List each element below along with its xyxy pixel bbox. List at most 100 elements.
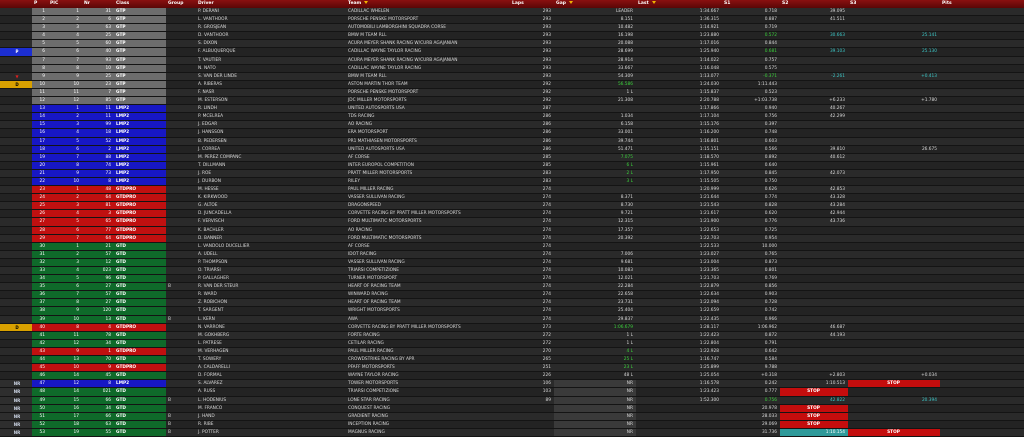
table-row[interactable]: 19 7 88 LMP2 M. PEREZ COMPANC AF CORSE 285 7.07…: [0, 153, 1024, 162]
table-row[interactable]: 5 5 60 GTP S. DIXON ACURA MEYER SHANK RACING …: [0, 39, 1024, 49]
table-row[interactable]: 20 8 74 LMP2 T. DILLMANN INTER EUROPOL COMPET…: [0, 161, 1024, 170]
column-header-s3[interactable]: S3: [848, 0, 940, 8]
cell-pits: [940, 8, 1024, 17]
table-row[interactable]: 18 6 2 LMP2 J. CORREA UNITED AUTOSPORTS USA 28…: [0, 145, 1024, 154]
table-row[interactable]: NR 51 17 66 GTD B J. HAND GRADIENT RACING NR 28.0…: [0, 412, 1024, 421]
table-row[interactable]: 27 5 65 GTDPRO F. VERVISCH FORD MULTIMATIC MO…: [0, 217, 1024, 227]
table-row[interactable]: 13 1 11 LMP2 R. LINDH UNITED AUTOSPORTS USA 28…: [0, 104, 1024, 114]
table-row[interactable]: 36 7 57 GTD R. WARD WINWARD RACING 274 22.658 1:…: [0, 290, 1024, 300]
column-header-laps[interactable]: Laps: [510, 0, 554, 8]
column-header-s1[interactable]: S1: [722, 0, 780, 8]
table-row[interactable]: 15 3 99 LMP2 J. EDGAR AO RACING 286 6.158 1:15.1…: [0, 120, 1024, 130]
column-header-number[interactable]: Nr: [82, 0, 114, 8]
column-header-last[interactable]: Last: [636, 0, 722, 8]
table-row[interactable]: 30 1 21 GTD L. VANDOLO DUCELLIER AF CORSE 274 1…: [0, 242, 1024, 251]
cell-s3: [848, 282, 940, 292]
cell-driver: A. CALDARELLI: [196, 363, 346, 373]
table-row[interactable]: 33 4 023 GTD O. TRIARSI TRIARSI COMPETIZIONE 2…: [0, 266, 1024, 276]
table-row[interactable]: 12 12 85 GTP M. ESTERSON JDC MILLER MOTORSPOR…: [0, 96, 1024, 106]
table-row[interactable]: 2 2 6 GTP L. VANTHOOR PORSCHE PENSKE MOTORSPO…: [0, 15, 1024, 25]
cell-s1: +0.318: [722, 371, 780, 381]
table-row[interactable]: 34 5 96 GTD P. GALLAGHER TURNER MOTORSPORT 274…: [0, 274, 1024, 284]
cell-pits: [940, 282, 1024, 292]
table-row[interactable]: P 6 6 40 GTP F. ALBUQUERQUE CADILLAC WAYNE TAY…: [0, 47, 1024, 57]
table-row[interactable]: 1 1 31 GTP P. DERANI CADILLAC WHELEN 293 LEADER…: [0, 8, 1024, 17]
table-row[interactable]: ▼ 9 9 25 GTP S. VAN DER LINDE BMW M TEAM RLL 29…: [0, 72, 1024, 81]
cell-pits: [940, 396, 1024, 405]
table-row[interactable]: 31 2 57 GTD A. UDELL IDOT RACING 274 7.006 1:23.…: [0, 250, 1024, 259]
cell-last: 1:15.837: [636, 88, 722, 98]
table-row[interactable]: 23 1 48 GTDPRO M. HESSE PAUL MILLER RACING 274…: [0, 185, 1024, 195]
cell-team: DRAGONSPEED: [346, 201, 510, 211]
cell-s3: [848, 347, 940, 357]
cell-cls: GTP: [114, 64, 166, 73]
table-row[interactable]: 44 13 70 GTD T. SOWERY CROWDSTRIKE RACING BY …: [0, 355, 1024, 365]
cell-s3: [848, 387, 940, 397]
table-row[interactable]: 45 10 9 GTDPRO A. CALDARELLI PFAFF MOTORSPORT…: [0, 363, 1024, 373]
column-header-position[interactable]: P: [32, 0, 48, 8]
column-header-pic[interactable]: PIC: [48, 0, 82, 8]
cell-s1: 0.603: [722, 137, 780, 146]
column-header-driver[interactable]: Driver: [196, 0, 346, 8]
table-row[interactable]: 35 6 27 GTD B R. VAN DER STEUR HEART OF RACING…: [0, 282, 1024, 292]
table-row[interactable]: 4 4 25 GTP D. VANTHOOR BMW M TEAM RLL 293 16.19…: [0, 31, 1024, 41]
cell-team: PAUL MILLER RACING: [346, 347, 510, 357]
table-row[interactable]: NR 52 18 63 GTD B R. RIBE INCEPTION RACING NR 29.…: [0, 420, 1024, 429]
table-row[interactable]: D 10 10 23 GTP A. RIBERAS ASTON MARTIN THOR TE…: [0, 80, 1024, 89]
table-row[interactable]: 41 11 78 GTD M. GOKHBERG FORTE RACING 272 1 L 1:…: [0, 331, 1024, 340]
table-row[interactable]: 26 4 3 GTDPRO D. JUNCADELLA CORVETTE RACING B…: [0, 209, 1024, 219]
cell-laps: 292: [510, 88, 554, 98]
cell-gap: 29.837: [554, 315, 636, 324]
table-row[interactable]: 16 4 18 LMP2 J. HANSSON ERA MOTORSPORT 286 33.0…: [0, 128, 1024, 138]
column-header-s2[interactable]: S2: [780, 0, 848, 8]
table-row[interactable]: 28 6 77 GTDPRO K. BACHLER AO RACING 274 17.357 1…: [0, 226, 1024, 235]
table-row[interactable]: 37 8 27 GTD Z. ROBICHON HEART OF RACING TEAM 2…: [0, 298, 1024, 308]
table-row[interactable]: 46 14 45 GTD D. FORMAL WAYNE TAYLOR RACING 226…: [0, 371, 1024, 381]
table-row[interactable]: 17 5 52 LMP2 B. PEDERSEN PR1 MATHIASEN MOTORS…: [0, 137, 1024, 146]
table-row[interactable]: 39 10 13 GTD B L. KERN AWA 274 29.837 1:22.435 0.9…: [0, 315, 1024, 324]
table-row[interactable]: D 40 8 4 GTDPRO N. VARRONE CORVETTE RACING BY …: [0, 323, 1024, 332]
table-row[interactable]: 8 8 10 GTP N. NATO CADILLAC WAYNE TAYLOR RACI…: [0, 64, 1024, 73]
table-row[interactable]: 43 9 1 GTDPRO M. VERHAGEN PAUL MILLER RACING 2…: [0, 347, 1024, 357]
table-row[interactable]: 29 7 64 GTDPRO D. BANNER FORD MULTIMATIC MOTO…: [0, 234, 1024, 243]
column-header-flag[interactable]: [0, 0, 32, 8]
cell-s1: 0.774: [722, 193, 780, 203]
column-header-group[interactable]: Group: [166, 0, 196, 8]
table-row[interactable]: 21 9 73 LMP2 J. ROE PRATT MILLER MOTORSPORTS 2…: [0, 169, 1024, 178]
cell-pic: 1: [48, 185, 82, 195]
cell-driver: J. HAND: [196, 412, 346, 421]
table-row[interactable]: NR 47 12 8 LMP2 S. ALVAREZ TOWER MOTORSPORTS 10…: [0, 379, 1024, 389]
cell-pic: 10: [48, 177, 82, 187]
cell-laps: [510, 404, 554, 413]
cell-s3: [848, 56, 940, 65]
table-row[interactable]: 3 3 63 GTP R. GROSJEAN AUTOMOBILI LAMBORGHINI…: [0, 23, 1024, 33]
cell-group: [166, 169, 196, 178]
column-header-team[interactable]: Team: [346, 0, 510, 8]
table-row[interactable]: NR 48 14 021 GTD A. RUSS TRIARSI COMPETIZIONE 1…: [0, 387, 1024, 397]
cell-pic: 4: [48, 266, 82, 276]
cell-pic: 9: [48, 347, 82, 357]
table-row[interactable]: NR 49 15 66 GTD B L. HODENIUS LONE STAR RACING 8…: [0, 396, 1024, 405]
table-row[interactable]: 38 9 120 GTD T. SARGENT WRIGHT MOTORSPORTS 274…: [0, 306, 1024, 316]
cell-gap: LEADER: [554, 8, 636, 17]
table-row[interactable]: NR 53 19 55 GTD B J. POTTER MAGNUS RACING NR 31.7…: [0, 428, 1024, 437]
table-row[interactable]: 32 3 12 GTD P. THOMPSON VASSER SULLIVAN RACIN…: [0, 258, 1024, 268]
cell-last: 1:22.703: [636, 234, 722, 243]
cell-pits: [940, 428, 1024, 437]
cell-s1: 0.769: [722, 274, 780, 284]
cell-laps: 286: [510, 128, 554, 138]
table-row[interactable]: 22 10 8 LMP2 J. DURBON RILEY 283 3 L 1:15.505 0.7…: [0, 177, 1024, 187]
table-row[interactable]: 24 2 64 GTDPRO K. KIRKWOOD VASSER SULLIVAN RA…: [0, 193, 1024, 203]
table-row[interactable]: 42 12 34 GTD L. PATRESE CETILAR RACING 272 1 L1…: [0, 339, 1024, 348]
table-row[interactable]: 11 11 7 GTP F. NASR PORSCHE PENSKE MOTORSPORT…: [0, 88, 1024, 98]
column-header-gap[interactable]: Gap: [554, 0, 636, 8]
cell-gap: 4 L: [554, 347, 636, 357]
cell-s2: [780, 161, 848, 170]
table-row[interactable]: 7 7 93 GTP T. VAUTIER ACURA MEYER SHANK RACIN…: [0, 56, 1024, 65]
column-header-class[interactable]: Class: [114, 0, 166, 8]
table-row[interactable]: NR 50 16 34 GTD M. FRANCO CONQUEST RACING NR 20.…: [0, 404, 1024, 413]
table-row[interactable]: 25 3 81 GTDPRO G. ALTOE DRAGONSPEED 274 8.730 1:…: [0, 201, 1024, 211]
cell-group: [166, 339, 196, 348]
table-row[interactable]: 14 2 11 LMP2 P. MCELREA TDS RACING 286 1.034 1:1…: [0, 112, 1024, 122]
column-header-pits[interactable]: Pits: [940, 0, 1024, 8]
